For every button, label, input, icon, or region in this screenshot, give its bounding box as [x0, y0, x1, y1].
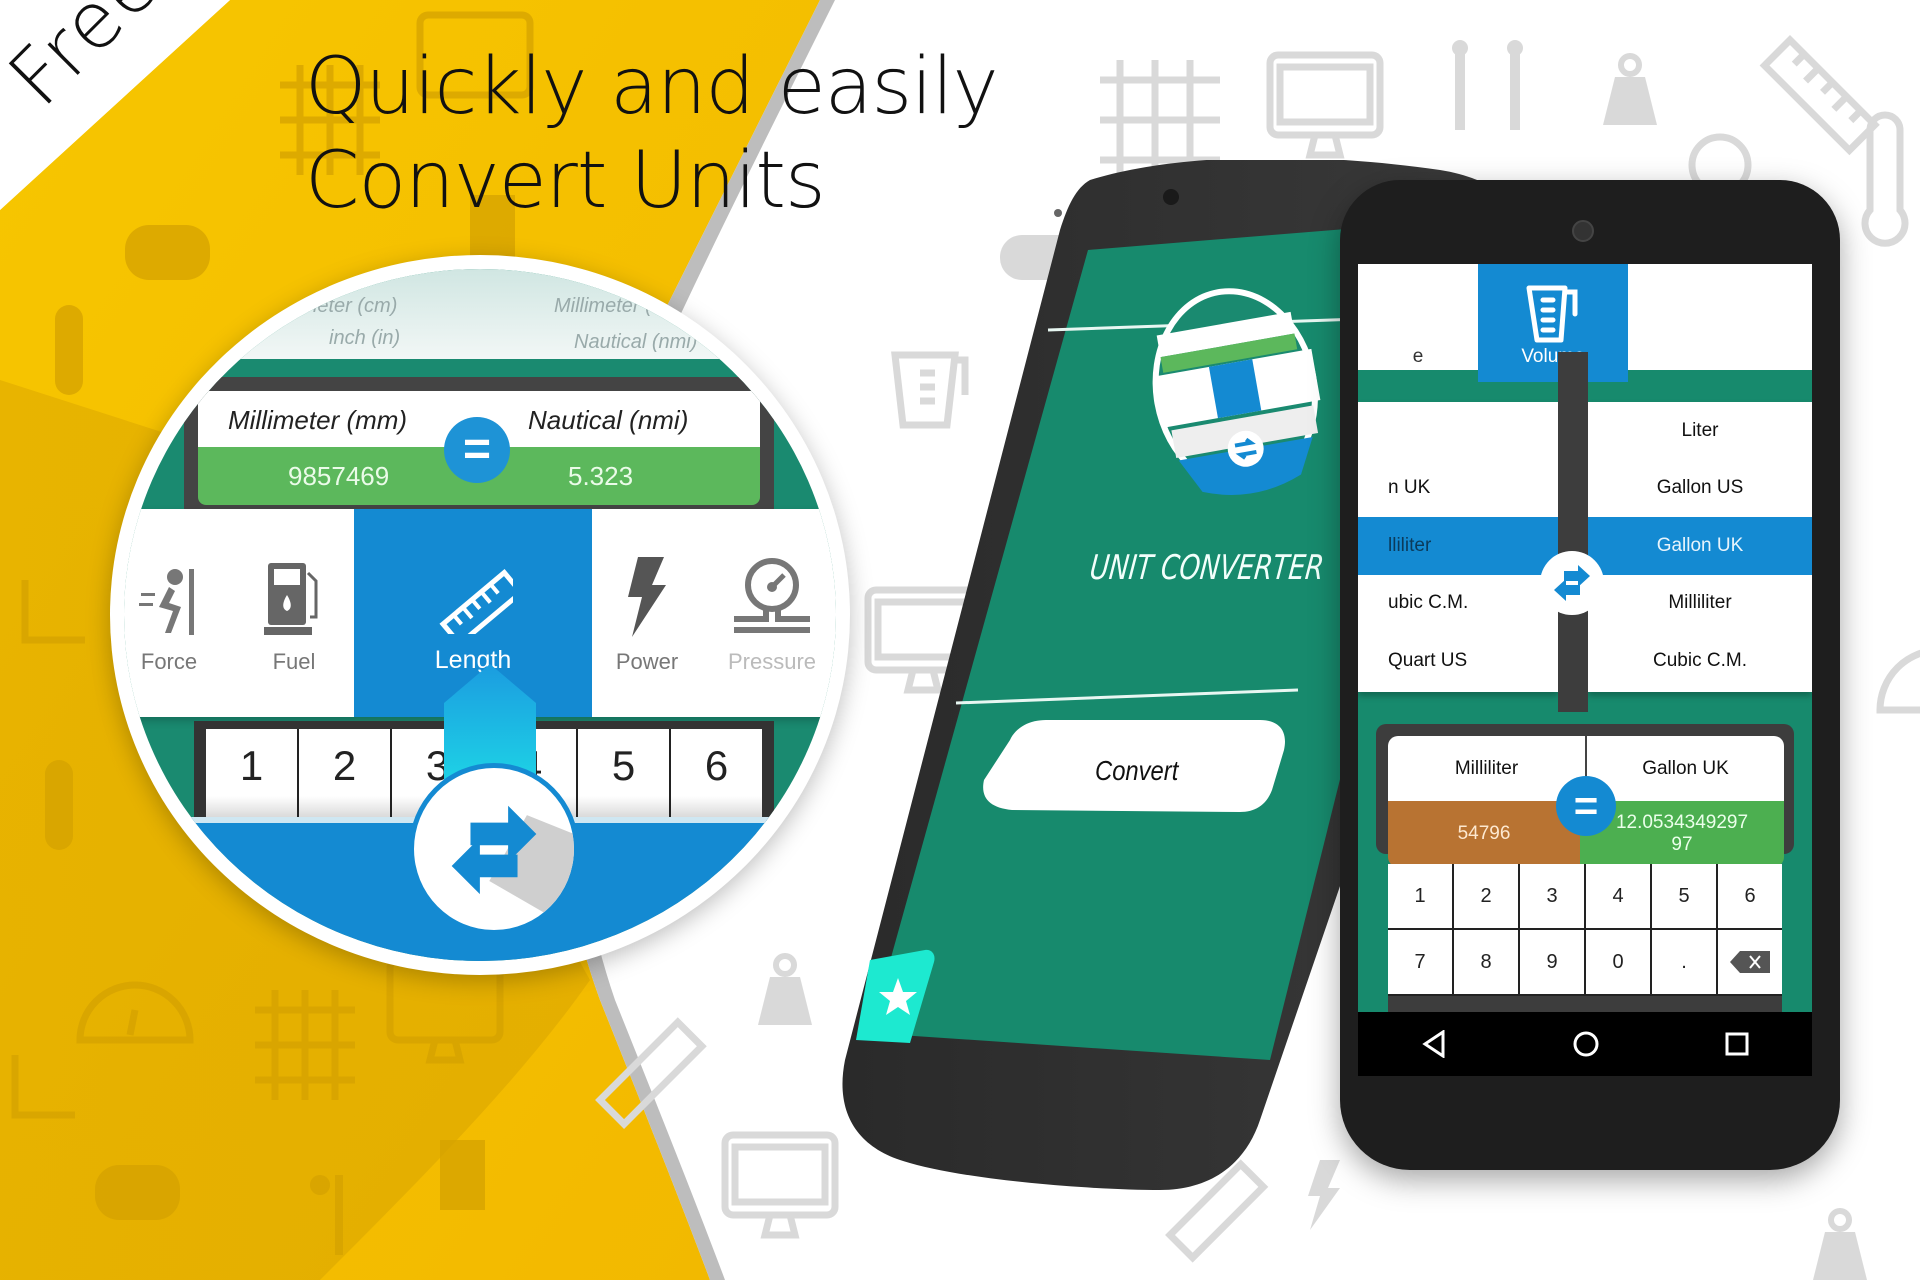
from-unit-label: Milliliter	[1388, 736, 1587, 801]
key-6[interactable]: 6	[671, 729, 762, 825]
app-title: UNIT CONVERTER	[1087, 548, 1326, 588]
from-unit-item[interactable]: n UK	[1358, 460, 1558, 518]
to-unit-item[interactable]: Liter	[1588, 402, 1812, 460]
keypad-row: 7 8 9 0 .	[1388, 930, 1782, 996]
ghost-unit: inch (in)	[329, 327, 401, 349]
battery-icon	[95, 1165, 180, 1220]
category-label: Power	[615, 649, 679, 674]
ghost-unit: Nautical (nmi)	[574, 331, 698, 353]
key-7[interactable]: 7	[1388, 930, 1454, 994]
category-force[interactable]: Force	[124, 509, 234, 717]
key-8[interactable]: 8	[1454, 930, 1520, 994]
swap-arrows-icon	[451, 805, 574, 930]
backspace-icon	[1730, 951, 1770, 973]
keypad-row: 1 2 3 4 5 6	[1388, 864, 1782, 930]
from-value-input[interactable]: 54796	[1388, 801, 1580, 867]
category-label: Pressure	[727, 649, 817, 674]
to-unit-item[interactable]: Milliliter	[1588, 575, 1812, 633]
force-icon	[139, 569, 194, 635]
phone-screen: e Volume n UK lliliter ubic C.M. Quart U…	[1358, 264, 1812, 1044]
magnifier-content: Centimeter (cm) inch (in) Millimeter (mm…	[124, 269, 836, 961]
fuel-pump-icon	[440, 1140, 485, 1210]
to-unit-item[interactable]: Gallon US	[1588, 460, 1812, 518]
earpiece-speaker	[1572, 220, 1594, 242]
category-pressure[interactable]: Pressure	[702, 509, 836, 717]
android-nav-bar	[1358, 1012, 1812, 1076]
key-2[interactable]: 2	[299, 729, 392, 825]
key-decimal[interactable]: .	[1652, 930, 1718, 994]
from-value-input[interactable]: 9857469	[288, 461, 389, 492]
to-unit-item[interactable]: Cubic C.M.	[1588, 632, 1812, 690]
category-label: Force	[140, 649, 198, 674]
tab-volume[interactable]: Volume	[1478, 264, 1628, 382]
key-3[interactable]: 3	[1520, 864, 1586, 928]
key-4[interactable]: 4	[1586, 864, 1652, 928]
swap-units-button[interactable]	[409, 763, 579, 935]
to-value-line-2: 97	[1671, 834, 1693, 855]
key-5[interactable]: 5	[578, 729, 671, 825]
ghost-unit-list: Centimeter (cm) inch (in) Millimeter (mm…	[124, 269, 836, 359]
to-unit-label: Nautical (nmi)	[528, 405, 689, 435]
from-unit-item-selected[interactable]: lliliter	[1358, 517, 1558, 575]
tab-time[interactable]: e	[1358, 264, 1478, 382]
ghost-unit: Centimeter (cm)	[254, 295, 398, 317]
swap-units-button[interactable]	[1540, 551, 1604, 615]
swap-arrows-icon	[1554, 565, 1590, 601]
conversion-panel: Millimeter (mm) Nautical (nmi) 9857469 5…	[184, 377, 774, 527]
key-2[interactable]: 2	[1454, 864, 1520, 928]
front-camera-icon	[1163, 189, 1179, 205]
fuel-pump-icon	[264, 563, 318, 635]
back-icon[interactable]	[1421, 1030, 1447, 1058]
from-unit-list: n UK lliliter ubic C.M. Quart US	[1358, 402, 1558, 692]
headline-line-1: Quickly and easily	[305, 42, 999, 132]
to-unit-label: Gallon UK	[1642, 757, 1729, 779]
tab-next[interactable]	[1628, 264, 1812, 382]
to-unit-item-selected[interactable]: Gallon UK	[1588, 517, 1812, 575]
thermometer-icon	[55, 305, 83, 395]
equals-icon: =	[444, 417, 510, 483]
to-unit-list: Liter Gallon US Gallon UK Milliliter Cub…	[1588, 402, 1812, 692]
lightning-icon	[628, 557, 666, 637]
convert-button-label: Convert	[1095, 755, 1179, 786]
category-fuel[interactable]: Fuel	[234, 509, 354, 717]
key-9[interactable]: 9	[1520, 930, 1586, 994]
grid-icon	[255, 990, 355, 1100]
from-unit-label: Millimeter (mm)	[228, 405, 408, 435]
category-label: Length	[434, 646, 512, 674]
category-power[interactable]: Power	[592, 509, 702, 717]
equals-icon: =	[1556, 776, 1616, 836]
pressure-gauge-icon	[734, 558, 810, 633]
key-0[interactable]: 0	[1586, 930, 1652, 994]
ghost-unit: Millimeter (mm)	[554, 295, 692, 317]
from-unit-item[interactable]	[1358, 402, 1558, 460]
ruler-icon	[439, 569, 513, 634]
key-backspace[interactable]	[1718, 930, 1782, 994]
key-1[interactable]: 1	[206, 729, 299, 825]
conversion-panel: Milliliter Gallon UK 54796 12.0534349297…	[1376, 724, 1794, 867]
thermometer-icon	[45, 760, 73, 850]
magnifier-callout: Centimeter (cm) inch (in) Millimeter (mm…	[110, 255, 850, 975]
recents-icon[interactable]	[1725, 1032, 1749, 1056]
key-6[interactable]: 6	[1718, 864, 1782, 928]
key-5[interactable]: 5	[1652, 864, 1718, 928]
from-unit-item[interactable]: ubic C.M.	[1358, 575, 1558, 633]
key-1[interactable]: 1	[1388, 864, 1454, 928]
list-divider	[1558, 352, 1588, 712]
phone-converter-screen: e Volume n UK lliliter ubic C.M. Quart U…	[1340, 180, 1840, 1170]
from-unit-item[interactable]: Quart US	[1358, 632, 1558, 690]
tab-label: e	[1412, 346, 1424, 367]
to-value-output: 5.323	[568, 461, 634, 491]
to-value-line-1: 12.0534349297	[1615, 812, 1749, 833]
measuring-cup-icon	[1526, 285, 1578, 343]
category-label: Fuel	[272, 649, 316, 674]
home-icon[interactable]	[1572, 1030, 1600, 1058]
